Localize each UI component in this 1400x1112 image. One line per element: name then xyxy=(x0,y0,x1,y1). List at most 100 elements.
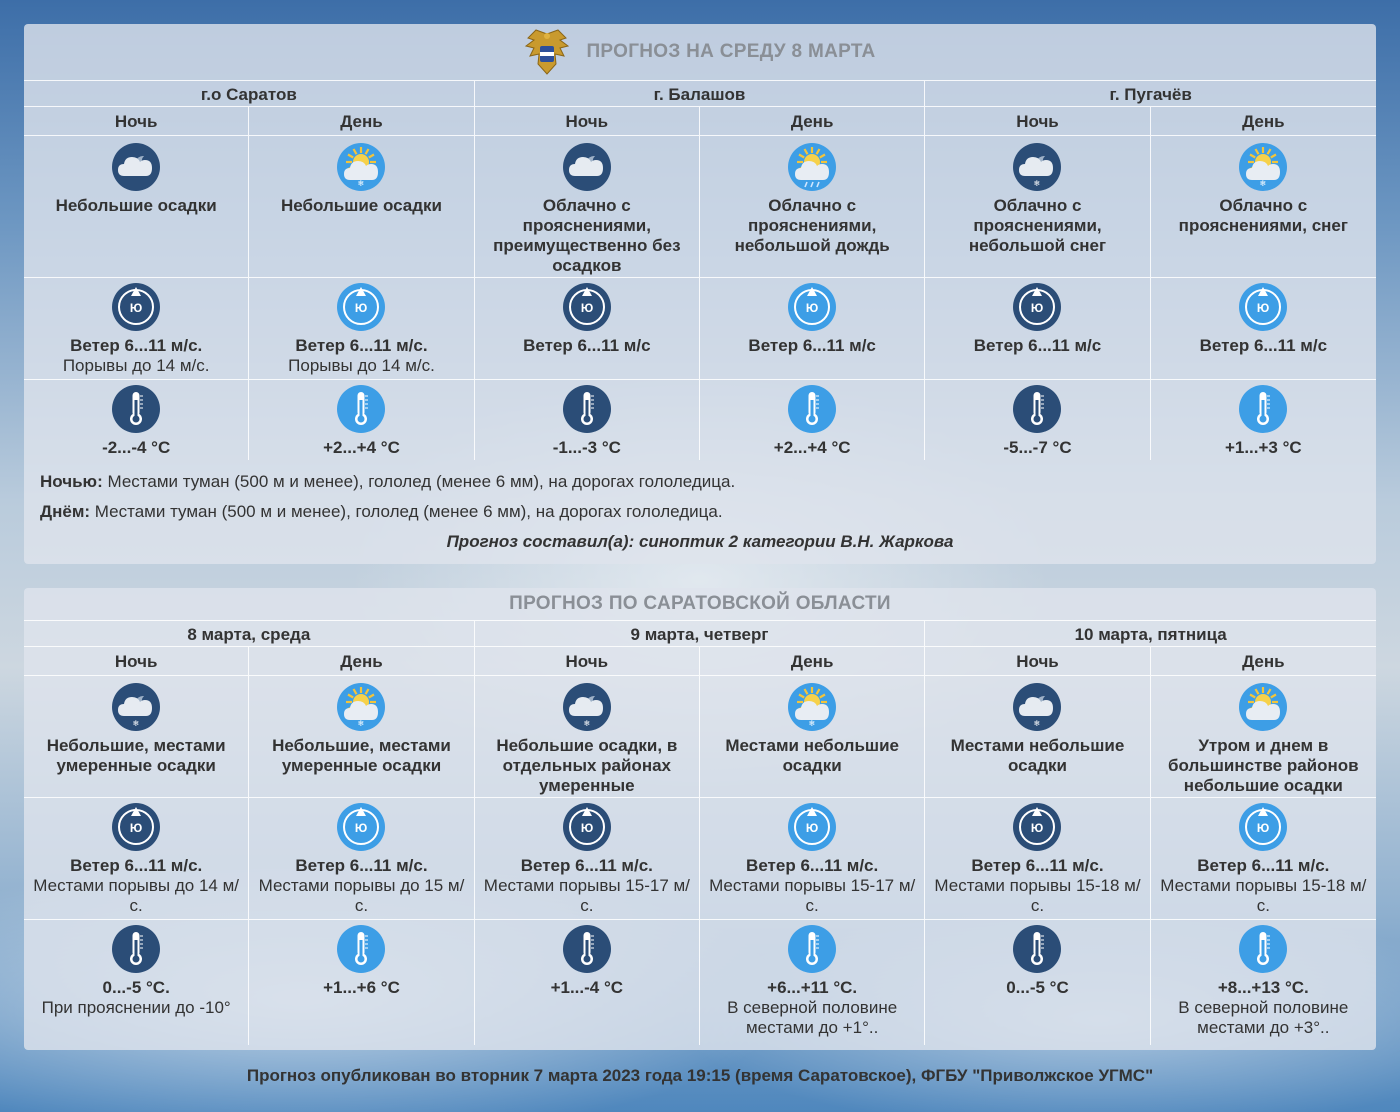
condition-text: Облачно с прояснениями, небольшой дождь xyxy=(734,196,890,255)
wind-speed: Ветер 6...11 м/с xyxy=(973,336,1102,355)
temperature-value: 0...-5 °С. xyxy=(102,978,170,997)
sun-cloud-snow-icon: ❄ xyxy=(337,143,386,191)
wind-speed: Ветер 6...11 м/с xyxy=(523,336,651,355)
wind-gusts: Местами порывы 15-17 м/с. xyxy=(709,876,916,915)
time-of-day-night: Ночь xyxy=(474,647,700,676)
city-forecast-grid: г.о Саратов г. Балашов г. Пугачёв Ночь Де… xyxy=(24,80,1376,460)
condition-text: Местами небольшие осадки xyxy=(725,736,899,775)
wind-cell: Ю Ветер 6...11 м/с. Местами порывы 15-17 м… xyxy=(699,798,926,920)
temperature-cell: -5...-7 °С xyxy=(925,380,1151,460)
wind-speed: Ветер 6...11 м/с. xyxy=(746,856,879,875)
wind-text: Ветер 6...11 м/с xyxy=(1151,336,1376,356)
condition-text: Утром и днем в большинстве районов небол… xyxy=(1168,736,1359,795)
sun-cloud-icon xyxy=(1239,683,1288,731)
temperature-value: +1...+6 °С xyxy=(323,978,400,997)
svg-text:Ю: Ю xyxy=(130,301,142,315)
time-of-day-day: День xyxy=(699,107,926,136)
sun-cloud-snow-icon: ❄ xyxy=(1239,143,1288,191)
wind-gusts: Местами порывы 15-18 м/с. xyxy=(1160,876,1367,915)
wind-text: Ветер 6...11 м/с. Местами порывы 15-18 м/… xyxy=(1151,856,1376,916)
time-of-day-day: День xyxy=(249,107,475,136)
wind-speed: Ветер 6...11 м/с. xyxy=(1197,856,1330,875)
temperature-value: -2...-4 °С xyxy=(102,438,171,457)
wind-compass-icon: Ю xyxy=(788,803,837,851)
thermometer-icon xyxy=(112,925,161,973)
region-forecast-title: ПРОГНОЗ ПО САРАТОВСКОЙ ОБЛАСТИ xyxy=(509,593,891,614)
wind-speed: Ветер 6...11 м/с. xyxy=(70,856,203,875)
wind-cell: Ю Ветер 6...11 м/с xyxy=(925,278,1151,380)
wind-speed: Ветер 6...11 м/с. xyxy=(295,856,428,875)
temperature-text: +1...+3 °С xyxy=(1151,438,1376,458)
temperature-note: В северной половине местами до +3°.. xyxy=(1178,998,1349,1037)
wind-cell: Ю Ветер 6...11 м/с. Местами порывы до 15 м… xyxy=(249,798,475,920)
wind-compass-icon: Ю xyxy=(337,283,386,331)
region-forecast-panel: ПРОГНОЗ ПО САРАТОВСКОЙ ОБЛАСТИ 8 марта, … xyxy=(24,588,1376,1050)
condition-cell: ❄ Облачно с прояснениями, снег xyxy=(1150,136,1376,278)
temperature-text: -5...-7 °С xyxy=(925,438,1149,458)
time-of-day-day: День xyxy=(249,647,475,676)
temperature-cell: +2...+4 °С xyxy=(700,380,926,460)
thermometer-icon xyxy=(788,925,837,973)
wind-compass-icon: Ю xyxy=(1013,803,1062,851)
condition-text: Небольшие осадки xyxy=(55,196,217,215)
cloud-night-snow-icon: ❄ xyxy=(562,683,611,731)
temperature-value: +6...+11 °С. xyxy=(767,978,858,997)
wind-gusts: Местами порывы 15-18 м/с. xyxy=(934,876,1141,915)
thermometer-icon xyxy=(1013,925,1062,973)
wind-compass-icon: Ю xyxy=(112,803,161,851)
city-forecast-title: ПРОГНОЗ НА СРЕДУ 8 МАРТА xyxy=(586,41,876,62)
temperature-value: +2...+4 °С xyxy=(773,438,851,457)
wind-speed: Ветер 6...11 м/с. xyxy=(971,856,1104,875)
wind-speed: Ветер 6...11 м/с. xyxy=(70,336,203,355)
condition-cell: Небольшие осадки xyxy=(24,136,250,278)
temperature-cell: -2...-4 °С xyxy=(24,380,250,460)
wind-cell: Ю Ветер 6...11 м/с. Порывы до 14 м/с. xyxy=(24,278,250,380)
temperature-value: +2...+4 °С xyxy=(323,438,400,457)
svg-text:Ю: Ю xyxy=(355,821,367,835)
thermometer-icon xyxy=(788,385,837,433)
forecast-author: Прогноз составил(а): синоптик 2 категори… xyxy=(446,532,954,551)
svg-text:Ю: Ю xyxy=(355,301,367,315)
wind-gusts: Местами порывы до 15 м/с. xyxy=(258,876,465,915)
sun-cloud-rain-icon xyxy=(788,143,837,191)
warnings-notes: Ночью: Местами туман (500 м и менее), го… xyxy=(24,460,1376,552)
time-of-day-day: День xyxy=(1150,647,1376,676)
day-warning: Днём: Местами туман (500 м и менее), гол… xyxy=(40,502,723,521)
night-warning: Ночью: Местами туман (500 м и менее), го… xyxy=(40,472,736,491)
region-forecast-header: ПРОГНОЗ ПО САРАТОВСКОЙ ОБЛАСТИ xyxy=(24,588,1376,620)
sun-cloud-snow-icon: ❄ xyxy=(788,683,837,731)
condition-text: Облачно с прояснениями, снег xyxy=(1178,196,1348,235)
wind-compass-icon: Ю xyxy=(1013,283,1062,331)
location-header: г. Пугачёв xyxy=(925,80,1376,107)
location-header: г. Балашов xyxy=(474,80,926,107)
wind-compass-icon: Ю xyxy=(112,283,161,331)
svg-text:❄: ❄ xyxy=(1034,719,1041,728)
condition-text: Местами небольшие осадки xyxy=(950,736,1125,775)
condition-text: Небольшие, местами умеренные осадки xyxy=(272,736,451,775)
emblem-icon xyxy=(525,29,570,75)
cloud-night-snow-icon: ❄ xyxy=(1013,143,1062,191)
thermometer-icon xyxy=(337,925,386,973)
wind-text: Ветер 6...11 м/с. Местами порывы до 14 м/… xyxy=(24,856,248,916)
wind-text: Ветер 6...11 м/с. Местами порывы 15-17 м/… xyxy=(700,856,924,916)
temperature-note: При прояснении до -10° xyxy=(41,998,231,1017)
cloud-night-snow-icon: ❄ xyxy=(1013,683,1062,731)
thermometer-icon xyxy=(1013,385,1062,433)
wind-compass-icon: Ю xyxy=(562,803,611,851)
condition-cell: Облачно с прояснениями, небольшой дождь xyxy=(699,136,926,278)
wind-gusts: Местами порывы 15-17 м/с. xyxy=(483,876,690,915)
condition-cell: ❄ Небольшие, местами умеренные осадки xyxy=(249,676,475,798)
wind-cell: Ю Ветер 6...11 м/с. Местами порывы 15-17 м… xyxy=(474,798,700,920)
wind-text: Ветер 6...11 м/с. Местами порывы 15-18 м/… xyxy=(925,856,1149,916)
wind-gusts: Местами порывы до 14 м/с. xyxy=(33,876,240,915)
thermometer-icon xyxy=(562,385,611,433)
time-of-day-night: Ночь xyxy=(925,647,1151,676)
wind-cell: Ю Ветер 6...11 м/с. Порывы до 14 м/с. xyxy=(249,278,475,380)
condition-text: Облачно с прояснениями, небольшой снег xyxy=(968,196,1107,255)
svg-text:Ю: Ю xyxy=(581,821,593,835)
time-of-day-night: Ночь xyxy=(925,107,1151,136)
day-header: 10 марта, пятница xyxy=(925,620,1376,647)
condition-cell: ❄ Небольшие, местами умеренные осадки xyxy=(24,676,250,798)
temperature-value: +8...+13 °С. xyxy=(1217,978,1309,997)
temperature-cell: +6...+11 °С. В северной половине местами … xyxy=(700,920,926,1045)
